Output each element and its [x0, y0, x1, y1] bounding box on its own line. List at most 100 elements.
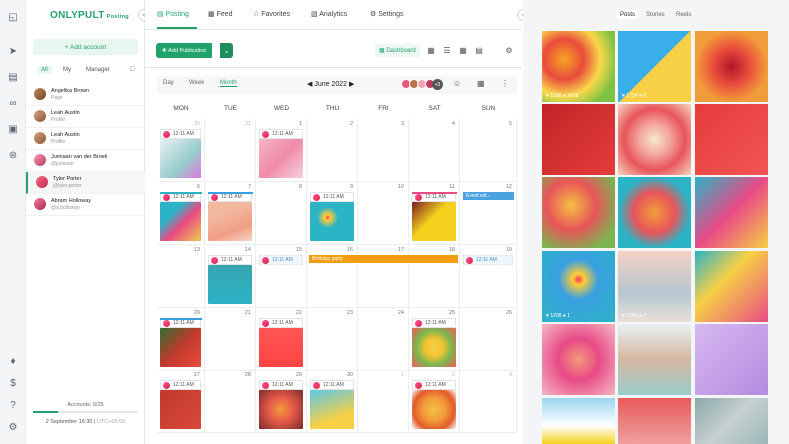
scheduled-post[interactable]: 12:11 AM [259, 380, 303, 390]
calendar-view-icon[interactable]: ▦ [425, 45, 437, 56]
account-item[interactable]: Abram Holloway @a.holloway [26, 194, 145, 216]
tab-analytics[interactable]: ▧ Analytics [311, 10, 347, 18]
birthday-event-bar[interactable]: Birthday party [309, 255, 458, 263]
settings-icon[interactable]: ⚙ [6, 420, 20, 434]
calendar-day-cell[interactable]: 27 12:11 AM [157, 370, 205, 433]
post-thumbnail[interactable] [208, 265, 252, 304]
scheduled-post[interactable]: 12:11 AM [412, 380, 456, 390]
preview-tab-reels[interactable]: Reels [673, 11, 694, 19]
preview-post-tile[interactable] [695, 104, 768, 175]
compact-view-icon[interactable]: ▤ [473, 45, 485, 56]
scheduled-post[interactable]: 12:11 AM [310, 192, 354, 202]
calendar-day-cell[interactable]: 26 [460, 308, 517, 371]
calendar-day-cell[interactable]: 10 [358, 182, 409, 245]
grid-view-icon[interactable]: ▦ [457, 45, 469, 56]
calendar-day-cell[interactable]: 1 [358, 370, 409, 433]
calendar-day-cell[interactable]: 31 [205, 119, 256, 182]
add-user-icon[interactable]: ☺ [453, 79, 461, 88]
calendar-day-cell[interactable]: 30 12:11 AM [157, 119, 205, 182]
more-options-icon[interactable]: ⋮ [501, 79, 509, 88]
add-account-button[interactable]: + Add account [33, 39, 138, 55]
calendar-day-cell[interactable]: 9 12:11 AM [307, 182, 358, 245]
filter-manager[interactable]: Manager [82, 66, 114, 74]
filter-settings-icon[interactable]: ⚙ [503, 45, 515, 56]
preview-post-tile[interactable] [542, 398, 615, 444]
tab-favorites[interactable]: ☆ Favorites [253, 10, 290, 18]
preview-post-tile[interactable] [695, 251, 768, 322]
post-thumbnail[interactable] [310, 202, 354, 241]
folder-icon[interactable]: □ [130, 66, 134, 73]
calendar-day-cell[interactable]: 1 12:11 AM [256, 119, 307, 182]
send-icon[interactable]: ➤ [6, 44, 20, 58]
link-icon[interactable]: ∞ [6, 96, 20, 110]
camera-icon[interactable]: ◱ [6, 10, 20, 24]
preview-post-tile[interactable] [695, 177, 768, 248]
calendar-day-cell[interactable]: 30 12:11 AM [307, 370, 358, 433]
preview-post-tile[interactable]: ♥ 1243 ● 2 [618, 251, 691, 322]
scheduled-post[interactable]: 12:11 AM [259, 318, 303, 328]
scheduled-post[interactable]: 12:11 AM [463, 255, 513, 265]
account-item-selected[interactable]: Tyler Porter @tyler.porter [26, 172, 145, 194]
post-thumbnail[interactable] [259, 328, 303, 367]
post-thumbnail[interactable] [412, 328, 456, 367]
monitor-icon[interactable]: ▣ [6, 122, 20, 136]
calendar-day-cell[interactable]: 24 [358, 308, 409, 371]
post-thumbnail[interactable] [160, 328, 201, 367]
list-view-icon[interactable]: ☰ [441, 45, 453, 56]
bell-icon[interactable]: ♦ [6, 354, 20, 368]
calendar-day-cell[interactable]: 2 12:11 AM [409, 370, 460, 433]
view-day[interactable]: Day [163, 80, 174, 86]
preview-post-tile[interactable] [542, 324, 615, 395]
account-item[interactable]: Leah Austin Profile [26, 106, 145, 128]
calendar-day-cell[interactable]: 3 [460, 370, 517, 433]
calendar-day-cell[interactable]: 2 [307, 119, 358, 182]
add-publication-button[interactable]: ✚ Add Publication [156, 43, 213, 58]
preview-post-tile[interactable] [618, 324, 691, 395]
scheduled-post[interactable]: 12:11 AM [412, 318, 456, 328]
add-publication-dropdown[interactable]: ⌄ [220, 43, 233, 58]
preview-post-tile[interactable] [695, 398, 768, 444]
scheduled-post[interactable]: 12:11 AM [160, 380, 201, 390]
calendar-day-cell[interactable]: 28 [205, 370, 256, 433]
post-thumbnail[interactable] [310, 390, 354, 429]
calendar-day-cell[interactable]: 4 [409, 119, 460, 182]
calendar-day-cell[interactable]: 23 [307, 308, 358, 371]
tab-feed[interactable]: ▦ Feed [208, 10, 233, 18]
post-thumbnail[interactable] [160, 139, 201, 178]
scheduled-post[interactable]: 12:11 AM [208, 255, 252, 265]
preview-tab-posts[interactable]: Posts [617, 11, 639, 19]
calendar-day-cell[interactable]: 13 [157, 245, 205, 308]
preview-post-tile[interactable] [618, 177, 691, 248]
view-week[interactable]: Week [189, 80, 204, 86]
analytics-icon[interactable]: ▤ [6, 70, 20, 84]
post-thumbnail[interactable] [259, 139, 303, 178]
scheduled-post[interactable]: 12:11 AM [259, 129, 303, 139]
post-thumbnail[interactable] [259, 390, 303, 429]
scheduled-post[interactable]: 12:11 AM [160, 129, 201, 139]
event-chip[interactable]: Event wit... [463, 192, 514, 200]
more-accounts-badge[interactable]: +3 [432, 79, 443, 90]
preview-post-tile[interactable] [695, 31, 768, 102]
preview-post-tile[interactable] [618, 104, 691, 175]
filter-my[interactable]: My [59, 66, 75, 74]
preview-post-tile[interactable] [695, 324, 768, 395]
post-thumbnail[interactable] [160, 390, 201, 429]
post-thumbnail[interactable] [412, 390, 456, 429]
calendar-day-cell[interactable]: 8 [256, 182, 307, 245]
post-thumbnail[interactable] [208, 202, 252, 241]
post-thumbnail[interactable] [160, 202, 201, 241]
calendar-day-cell[interactable]: 21 [205, 308, 256, 371]
calendar-day-cell[interactable]: 15 12:11 AM [256, 245, 307, 308]
calendar-day-cell[interactable]: 25 12:11 AM [409, 308, 460, 371]
preview-post-tile[interactable]: ♥ 1724 ● 6 [618, 31, 691, 102]
dashboard-button[interactable]: ▦ Dashboard [375, 44, 420, 57]
next-month-icon[interactable]: ▶ [349, 81, 354, 88]
preview-post-tile[interactable] [618, 398, 691, 444]
calendar-day-cell[interactable]: 3 [358, 119, 409, 182]
calendar-day-cell[interactable]: 5 [460, 119, 517, 182]
calendar-day-cell[interactable]: 19 12:11 AM [460, 245, 517, 308]
preview-post-tile[interactable] [542, 104, 615, 175]
broadcast-icon[interactable]: ⊛ [6, 148, 20, 162]
prev-month-icon[interactable]: ◀ [307, 81, 312, 88]
preview-post-tile[interactable] [542, 177, 615, 248]
